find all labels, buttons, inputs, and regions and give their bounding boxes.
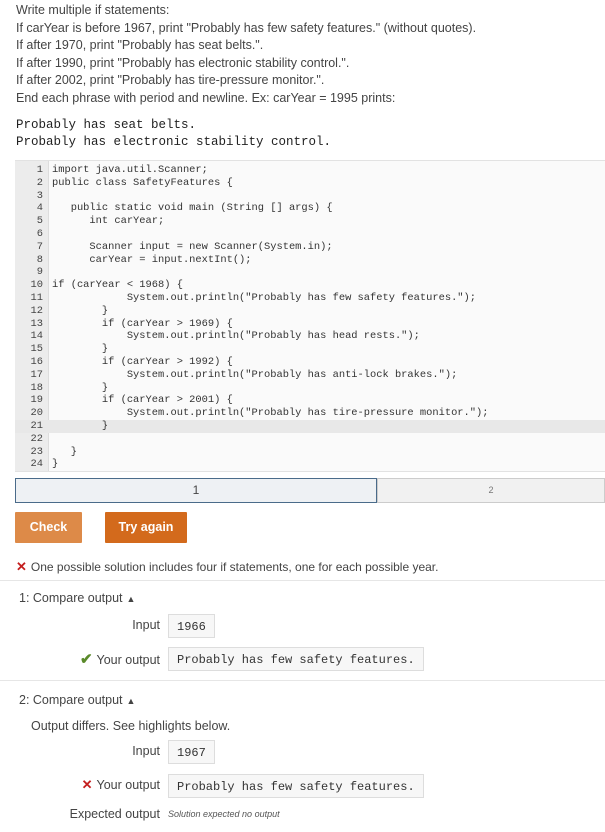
compare-output-1-toggle[interactable]: 1: Compare output ▲ <box>19 591 135 605</box>
instruction-line: If after 1970, print "Probably has seat … <box>16 38 264 52</box>
code-text[interactable]: } <box>52 446 77 459</box>
instruction-line: Write multiple if statements: <box>16 3 170 17</box>
code-text[interactable]: } <box>52 382 108 395</box>
your-output-label-row: ✕ Your output <box>82 777 160 793</box>
input-label: Input <box>132 744 160 758</box>
code-text[interactable]: System.out.println("Probably has tire-pr… <box>52 407 489 420</box>
line-number: 24 <box>30 458 43 471</box>
line-number: 21 <box>30 420 43 432</box>
check-button[interactable]: Check <box>15 512 82 543</box>
error-x-icon: ✕ <box>81 777 93 792</box>
expected-output-value: Solution expected no output <box>168 809 280 819</box>
your-output-label: Your output <box>96 653 160 667</box>
line-number: 23 <box>30 445 43 458</box>
section-divider <box>0 680 605 681</box>
line-number: 8 <box>36 253 43 266</box>
progress-bar: 1 2 <box>15 478 605 503</box>
compare-output-2-toggle[interactable]: 2: Compare output ▲ <box>19 693 135 707</box>
line-number: 13 <box>30 317 43 330</box>
try-again-button[interactable]: Try again <box>105 512 187 543</box>
line-number: 3 <box>36 189 43 202</box>
your-output-label-row: ✔ Your output <box>80 650 160 668</box>
line-number: 2 <box>36 176 43 189</box>
instruction-line: If after 2002, print "Probably has tire-… <box>16 73 325 87</box>
line-number: 6 <box>36 228 43 240</box>
instruction-line: End each phrase with period and newline.… <box>16 90 396 105</box>
line-number: 15 <box>30 343 43 356</box>
your-output-label: Your output <box>96 778 160 792</box>
code-text[interactable]: } <box>52 458 58 471</box>
line-number: 20 <box>30 407 43 420</box>
error-x-icon: ✕ <box>16 559 27 574</box>
input-value-box: 1966 <box>168 614 215 638</box>
code-text[interactable]: import java.util.Scanner; <box>52 164 208 177</box>
code-text[interactable]: if (carYear > 1992) { <box>52 356 233 369</box>
code-text[interactable]: carYear = input.nextInt(); <box>52 254 251 267</box>
line-number: 19 <box>30 394 43 407</box>
code-line[interactable]: 21 } <box>15 420 605 433</box>
code-text[interactable]: public static void main (String [] args)… <box>52 202 333 215</box>
input-value-box: 1967 <box>168 740 215 764</box>
line-number: 10 <box>30 279 43 292</box>
checkmark-icon: ✔ <box>79 651 93 668</box>
your-output-box: Probably has few safety features. <box>168 647 424 671</box>
code-text[interactable]: int carYear; <box>52 215 164 228</box>
code-text[interactable]: public class SafetyFeatures { <box>52 177 233 190</box>
instruction-line: If after 1990, print "Probably has elect… <box>16 55 350 70</box>
output-differs-note: Output differs. See highlights below. <box>31 719 231 733</box>
feedback-message: ✕ One possible solution includes four if … <box>16 559 438 575</box>
example-output-line: Probably has electronic stability contro… <box>16 135 332 149</box>
code-text[interactable]: System.out.println("Probably has few saf… <box>52 292 476 305</box>
code-text[interactable]: if (carYear > 2001) { <box>52 394 233 407</box>
code-text[interactable]: if (carYear < 1968) { <box>52 279 183 292</box>
compare-output-1-title: 1: Compare output <box>19 591 123 605</box>
code-text[interactable]: } <box>52 420 108 433</box>
line-number: 11 <box>30 292 43 304</box>
input-label: Input <box>132 618 160 632</box>
line-number: 12 <box>30 304 43 317</box>
code-text[interactable]: System.out.println("Probably has head re… <box>52 330 420 343</box>
code-text[interactable]: if (carYear > 1969) { <box>52 318 233 331</box>
expected-output-label: Expected output <box>69 807 160 821</box>
line-number: 14 <box>30 330 43 343</box>
line-number: 5 <box>36 215 43 228</box>
chevron-up-icon: ▲ <box>126 696 136 706</box>
line-number: 22 <box>30 432 43 445</box>
line-number: 1 <box>36 164 43 176</box>
code-text[interactable]: Scanner input = new Scanner(System.in); <box>52 241 332 254</box>
instruction-line: If carYear is before 1967, print "Probab… <box>16 20 477 35</box>
code-text[interactable]: } <box>52 305 108 318</box>
line-number: 16 <box>30 356 43 368</box>
compare-output-2-title: 2: Compare output <box>19 693 123 707</box>
line-number: 4 <box>36 202 43 215</box>
code-editor[interactable]: 1 import java.util.Scanner; 2 public class … <box>15 160 605 472</box>
instructions: Write multiple if statements: If carYear… <box>16 2 476 107</box>
code-text[interactable]: } <box>52 343 108 356</box>
example-output: Probably has seat belts. Probably has el… <box>16 117 331 151</box>
line-number: 18 <box>30 381 43 394</box>
your-output-box: Probably has few safety features. <box>168 774 424 798</box>
line-number: 17 <box>30 368 43 381</box>
code-text[interactable]: System.out.println("Probably has anti-lo… <box>52 369 458 382</box>
example-output-line: Probably has seat belts. <box>16 118 197 132</box>
progress-step-2[interactable]: 2 <box>377 478 605 503</box>
progress-step-1[interactable]: 1 <box>15 478 377 503</box>
chevron-up-icon: ▲ <box>126 594 136 604</box>
line-number: 9 <box>36 266 43 279</box>
feedback-text: One possible solution includes four if s… <box>30 560 439 574</box>
section-divider <box>0 580 605 581</box>
line-number: 7 <box>36 240 43 253</box>
